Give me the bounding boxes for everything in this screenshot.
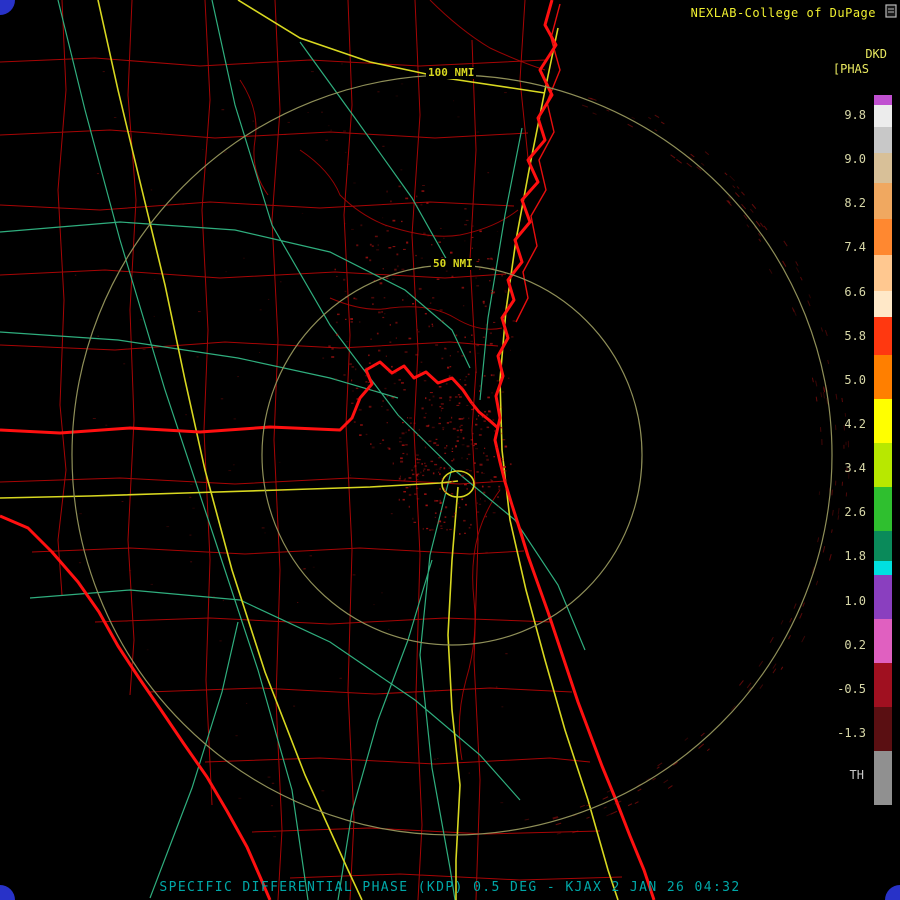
colorbar-segment: [874, 619, 892, 663]
colorbar: [874, 95, 892, 805]
range-ring-50nmi: [261, 264, 643, 646]
colorbar-segment: [874, 105, 892, 127]
range-ring-100nmi: [71, 74, 833, 836]
product-code: DKD: [865, 47, 887, 61]
colorbar-segment: [874, 399, 892, 443]
colorbar-segment: [874, 707, 892, 751]
range-ring-label-50: 50 NMI: [431, 257, 475, 270]
colorbar-segment: [874, 317, 892, 355]
threshold-label: TH: [849, 768, 864, 782]
county-boundaries: [0, 0, 623, 900]
colorbar-segment: [874, 663, 892, 707]
window-icon: [885, 4, 897, 18]
colorbar-segment: [874, 95, 892, 105]
colorbar-segment: [874, 487, 892, 531]
colorbar-segment: [874, 355, 892, 399]
colorbar-segment: [874, 443, 892, 487]
colorbar-segment: [874, 751, 892, 805]
atlantic-coastline: [493, 0, 656, 900]
colorbar-segment: [874, 255, 892, 291]
product-units: [PHAS: [832, 62, 869, 76]
radar-map[interactable]: [0, 0, 900, 900]
radar-display: 100 NMI 50 NMI NEXLAB-College of DuPage …: [0, 0, 900, 900]
colorbar-segment: [874, 561, 892, 575]
colorbar-segment: [874, 183, 892, 219]
colorbar-segment: [874, 153, 892, 183]
status-bar: SPECIFIC DIFFERENTIAL PHASE (KDP) 0.5 DE…: [159, 880, 741, 895]
gulf-coastline: [0, 514, 272, 900]
colorbar-segment: [874, 127, 892, 153]
site-title: NEXLAB-College of DuPage: [690, 6, 876, 20]
colorbar-segment: [874, 291, 892, 317]
colorbar-segment: [874, 219, 892, 255]
state-border: [0, 360, 499, 435]
range-ring-label-100: 100 NMI: [426, 66, 477, 79]
colorbar-segment: [874, 575, 892, 619]
colorbar-segment: [874, 531, 892, 561]
